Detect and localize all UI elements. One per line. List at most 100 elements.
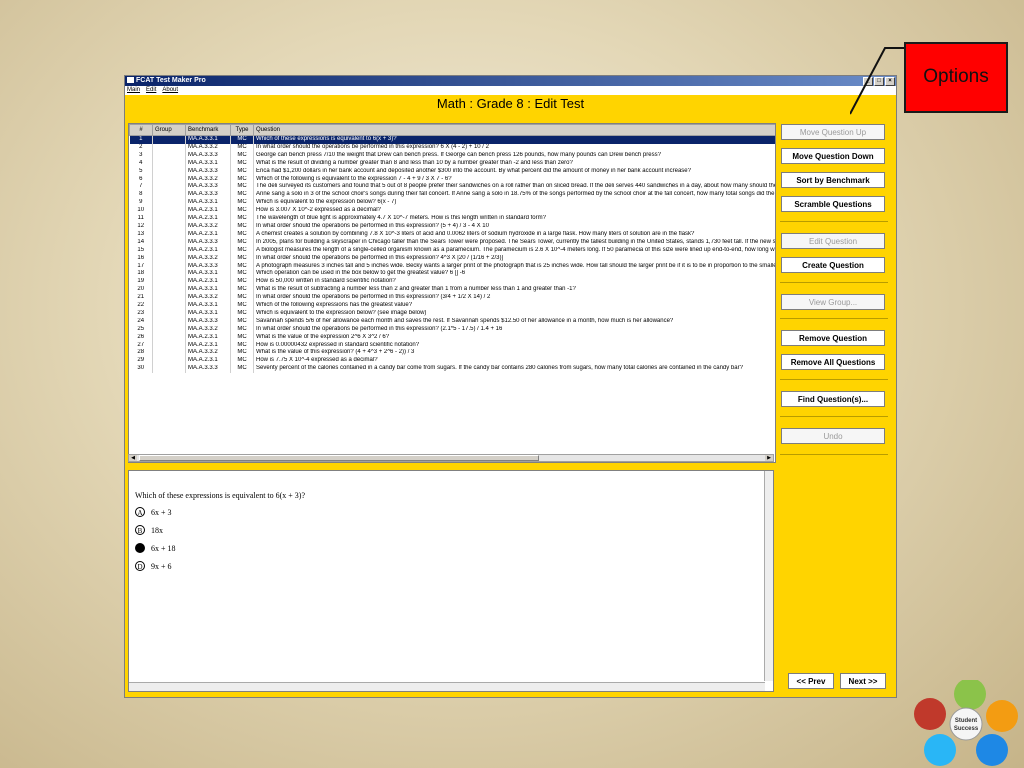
col-benchmark[interactable]: Benchmark	[185, 124, 231, 136]
cell-number: 29	[129, 357, 153, 366]
table-row[interactable]: 12 MA.A.3.3.2 MC In what order should the o…	[129, 222, 775, 231]
scroll-right-arrow-icon[interactable]: ▶	[765, 455, 773, 461]
cell-number: 1	[129, 135, 153, 144]
table-row[interactable]: 23 MA.A.3.3.1 MC Which is equivalent to the…	[129, 309, 775, 318]
table-row[interactable]: 29 MA.A.2.3.1 MC How is 7.75 X 10^-4 expres…	[129, 357, 775, 366]
table-row[interactable]: 9 MA.A.3.3.1 MC Which is equivalent to the …	[129, 199, 775, 208]
create-question-button[interactable]: Create Question	[781, 257, 885, 273]
table-row[interactable]: 11 MA.A.2.3.1 MC The wavelength of blue lig…	[129, 215, 775, 223]
find-questions-button[interactable]: Find Question(s)...	[781, 391, 885, 407]
cell-group	[152, 254, 186, 263]
prev-button[interactable]: << Prev	[788, 673, 834, 689]
choice-d-text: 9x + 6	[151, 561, 172, 571]
sort-by-benchmark-button[interactable]: Sort by Benchmark	[781, 172, 885, 188]
cell-type: MC	[230, 333, 254, 342]
move-question-up-button[interactable]: Move Question Up	[781, 124, 885, 140]
table-row[interactable]: 28 MA.A.3.3.2 MC What is the value of this …	[129, 349, 775, 358]
view-group-button[interactable]: View Group...	[781, 294, 885, 310]
table-row[interactable]: 26 MA.A.2.3.1 MC What is the value of the e…	[129, 333, 775, 342]
cell-benchmark: MA.A.3.3.3	[185, 191, 231, 200]
table-row[interactable]: 7 MA.A.3.3.3 MC The deli surveyed its custo…	[129, 183, 775, 192]
cell-type: MC	[230, 183, 254, 192]
cell-number: 5	[129, 167, 153, 176]
cell-number: 6	[129, 175, 153, 184]
table-row[interactable]: 3 MA.A.3.3.3 MC George can bench press 7/10…	[129, 151, 775, 160]
preview-horizontal-scrollbar[interactable]	[129, 682, 765, 691]
table-row[interactable]: 18 MA.A.3.3.1 MC Which operation can be use…	[129, 270, 775, 279]
move-question-down-button[interactable]: Move Question Down	[781, 148, 885, 164]
cell-group	[152, 365, 186, 374]
col-question[interactable]: Question	[253, 124, 775, 136]
table-row[interactable]: 8 MA.A.3.3.3 MC Anne sang a solo in 3 of th…	[129, 191, 775, 200]
question-table[interactable]: # Group Benchmark Type Question 1 MA.A.3.…	[128, 123, 776, 463]
next-button[interactable]: Next >>	[840, 673, 886, 689]
cell-question: A biologist measures the length of a sin…	[253, 246, 775, 255]
edit-question-button[interactable]: Edit Question	[781, 233, 885, 249]
menu-edit[interactable]: Edit	[146, 86, 156, 95]
table-row[interactable]: 5 MA.A.3.3.3 MC Erica had $1,200 dollars in…	[129, 167, 775, 176]
table-row[interactable]: 30 MA.A.3.3.3 MC Seventy percent of the cal…	[129, 365, 775, 374]
table-row[interactable]: 27 MA.A.2.3.1 MC How is 0.00000432 expresse…	[129, 341, 775, 350]
cell-question: Which is equivalent to the expression be…	[253, 309, 775, 318]
cell-benchmark: MA.A.2.3.1	[185, 341, 231, 350]
preview-vertical-scrollbar[interactable]	[764, 471, 773, 681]
table-row[interactable]: 13 MA.A.2.3.1 MC A chemist creates a soluti…	[129, 230, 775, 239]
table-row[interactable]: 16 MA.A.3.3.2 MC In what order should the o…	[129, 254, 775, 263]
svg-text:Student: Student	[955, 718, 977, 724]
table-row[interactable]: 2 MA.A.3.3.2 MC In what order should the op…	[129, 143, 775, 152]
table-row[interactable]: 19 MA.A.2.3.1 MC How is 50,000 written in s…	[129, 278, 775, 287]
table-row[interactable]: 15 MA.A.2.3.1 MC A biologist measures the l…	[129, 246, 775, 255]
menu-about[interactable]: About	[162, 86, 178, 95]
table-row[interactable]: 17 MA.A.3.3.3 MC A photograph measures 3 in…	[129, 262, 775, 271]
scroll-thumb[interactable]	[139, 455, 539, 461]
col-number[interactable]: #	[129, 124, 153, 136]
table-row[interactable]: 25 MA.A.3.3.2 MC In what order should the o…	[129, 325, 775, 334]
col-type[interactable]: Type	[230, 124, 254, 136]
choice-c: 6x + 18	[135, 543, 176, 553]
cell-type: MC	[230, 135, 254, 144]
remove-question-button[interactable]: Remove Question	[781, 330, 885, 346]
sidebar-divider	[780, 379, 888, 380]
remove-all-questions-button[interactable]: Remove All Questions	[781, 354, 885, 370]
cell-group	[152, 175, 186, 184]
scroll-left-arrow-icon[interactable]: ◀	[129, 455, 137, 461]
menu-main[interactable]: Main	[127, 86, 140, 95]
undo-button[interactable]: Undo	[781, 428, 885, 444]
cell-question: What is the result of dividing a number …	[253, 159, 775, 168]
cell-number: 28	[129, 349, 153, 358]
table-row[interactable]: 4 MA.A.3.3.1 MC What is the result of divid…	[129, 159, 775, 168]
scramble-questions-button[interactable]: Scramble Questions	[781, 196, 885, 212]
cell-benchmark: MA.A.3.3.2	[185, 254, 231, 263]
table-row[interactable]: 14 MA.A.3.3.3 MC In 2005, plans for buildin…	[129, 238, 775, 247]
table-horizontal-scrollbar[interactable]: ◀ ▶	[128, 454, 774, 462]
cell-benchmark: MA.A.3.3.1	[185, 286, 231, 295]
table-row[interactable]: 10 MA.A.2.3.1 MC How is 3.007 X 10^-2 expre…	[129, 207, 775, 216]
table-row[interactable]: 21 MA.A.3.3.2 MC In what order should the o…	[129, 294, 775, 303]
table-row[interactable]: 1 MA.A.3.3.1 MC Which of these expressions …	[129, 135, 775, 144]
table-row[interactable]: 22 MA.A.3.3.1 MC Which of the following exp…	[129, 302, 775, 310]
title-bar: FCAT Test Maker Pro _ □ ×	[125, 76, 896, 86]
cell-number: 23	[129, 309, 153, 318]
cell-type: MC	[230, 294, 254, 303]
cell-type: MC	[230, 151, 254, 160]
cell-group	[152, 199, 186, 208]
cell-question: In what order should the operations be p…	[253, 294, 775, 303]
cell-type: MC	[230, 341, 254, 350]
cell-number: 11	[129, 215, 153, 223]
cell-group	[152, 309, 186, 318]
app-icon	[127, 77, 134, 84]
cell-benchmark: MA.A.2.3.1	[185, 215, 231, 223]
cell-type: MC	[230, 262, 254, 271]
cell-group	[152, 262, 186, 271]
cell-question: The wavelength of blue light is approxim…	[253, 215, 775, 223]
col-group[interactable]: Group	[152, 124, 186, 136]
table-row[interactable]: 20 MA.A.3.3.1 MC What is the result of subt…	[129, 286, 775, 295]
cell-number: 30	[129, 365, 153, 374]
cell-type: MC	[230, 215, 254, 223]
choice-b-bubble: B	[135, 525, 145, 535]
table-row[interactable]: 6 MA.A.3.3.2 MC Which of the following is e…	[129, 175, 775, 184]
cell-number: 27	[129, 341, 153, 350]
table-row[interactable]: 24 MA.A.3.3.3 MC Savannah spends 5/6 of her…	[129, 317, 775, 326]
cell-benchmark: MA.A.3.3.3	[185, 238, 231, 247]
cell-benchmark: MA.A.3.3.1	[185, 270, 231, 279]
